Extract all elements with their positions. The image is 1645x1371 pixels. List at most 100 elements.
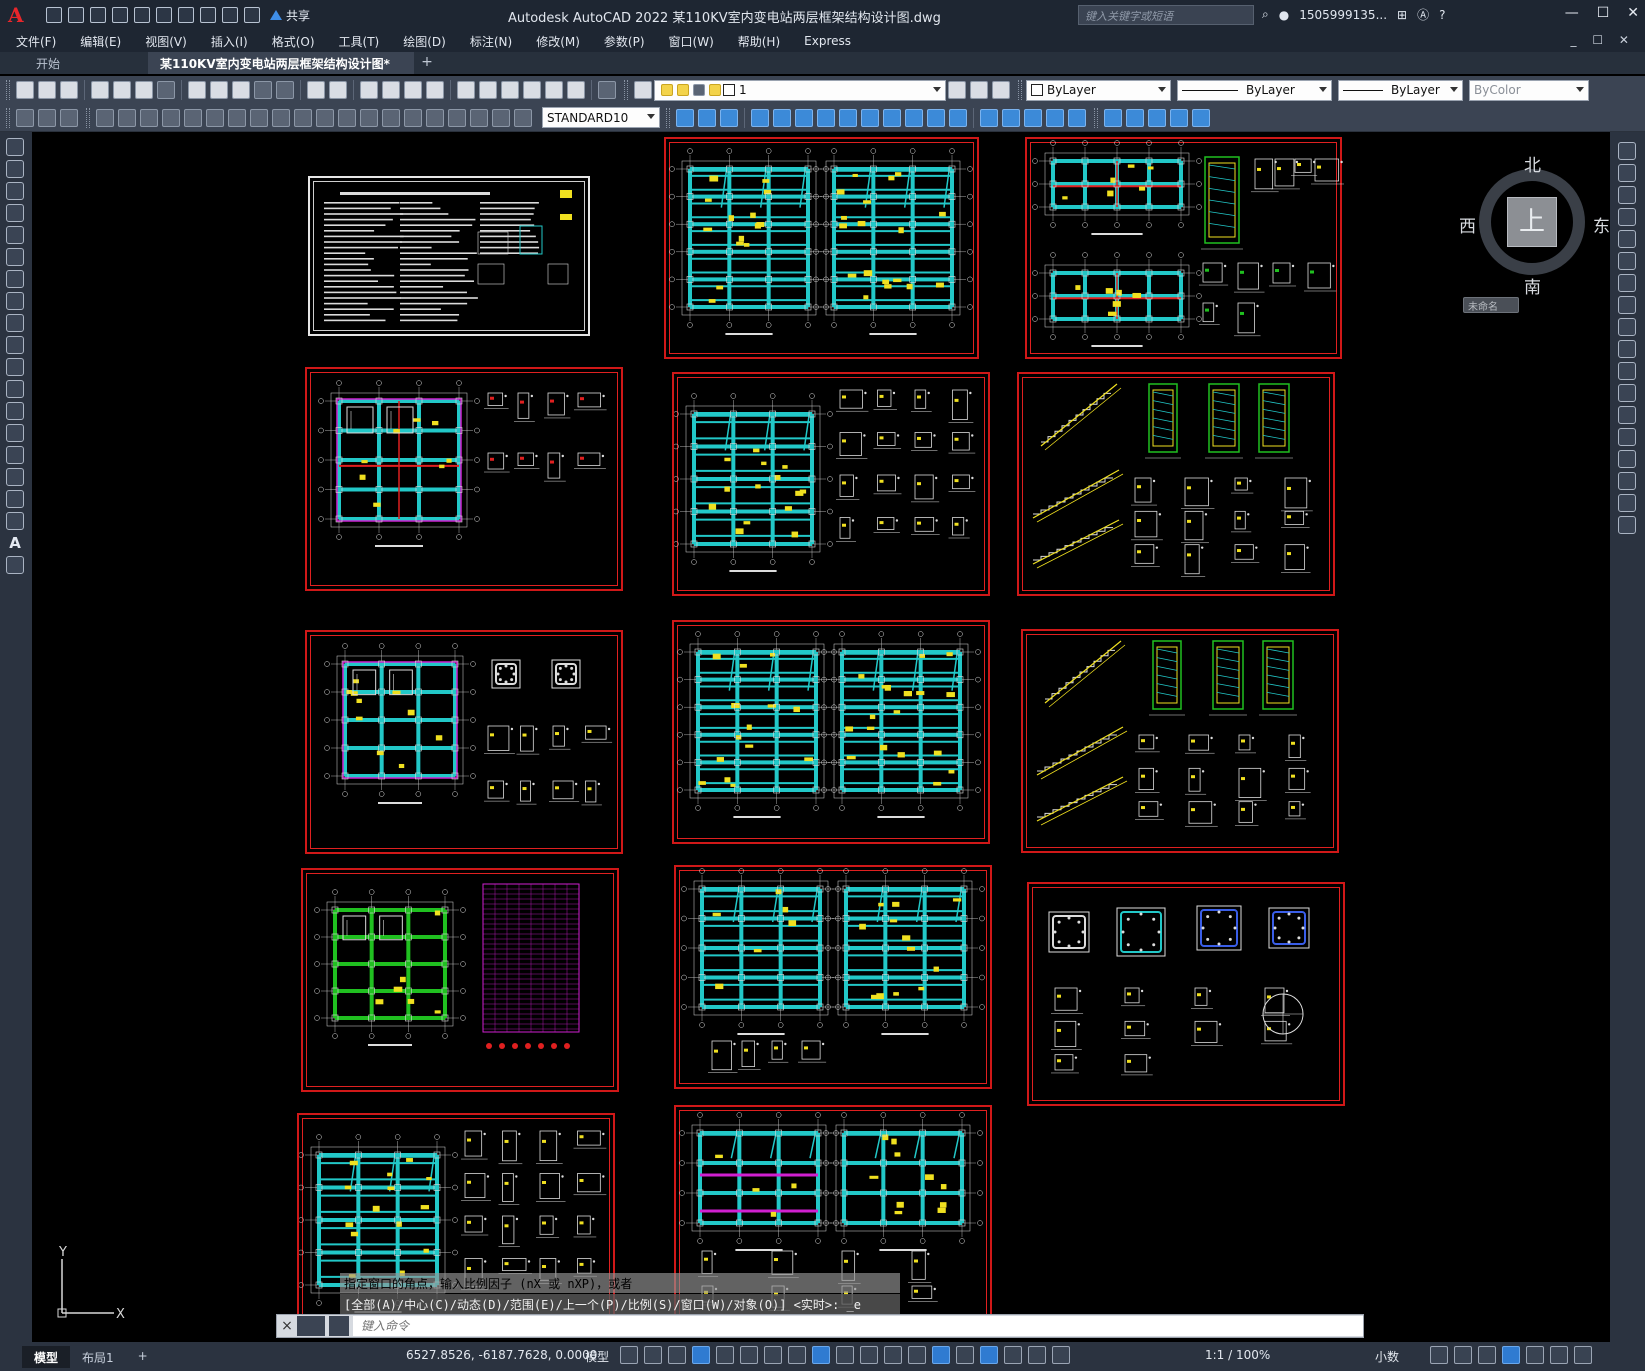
add-layout-button[interactable]: + — [126, 1346, 160, 1368]
tab-current-drawing[interactable]: 某110KV室内变电站两层框架结构设计图* — [148, 52, 414, 74]
rotate-faces-icon[interactable] — [839, 108, 857, 127]
continue-icon[interactable] — [316, 108, 334, 127]
angular-icon[interactable] — [250, 108, 268, 127]
make-current-layer-icon[interactable] — [948, 81, 966, 99]
geometric-tolerance-icon[interactable] — [16, 108, 34, 127]
inspect-icon[interactable] — [426, 108, 444, 127]
web-mobile-icon[interactable] — [134, 7, 150, 23]
union-icon[interactable] — [676, 108, 694, 127]
copy-object-icon[interactable] — [1618, 164, 1636, 182]
menu-item[interactable]: 参数(P) — [604, 33, 645, 50]
new-tab-button[interactable]: + — [414, 52, 440, 74]
markup-icon[interactable] — [545, 81, 563, 99]
fillet-icon[interactable] — [1618, 472, 1636, 490]
match-properties-icon[interactable] — [254, 81, 272, 99]
zoom-previous-icon[interactable] — [426, 81, 444, 99]
region-icon[interactable] — [6, 490, 24, 508]
dynamic-input-icon[interactable] — [692, 1346, 710, 1364]
viewcube-top-face[interactable]: 上 — [1507, 197, 1557, 247]
insert-block-icon[interactable] — [6, 380, 24, 398]
quickcalc-icon[interactable] — [567, 81, 585, 99]
print-icon[interactable] — [178, 7, 194, 23]
tab-layout1[interactable]: 布局1 — [70, 1346, 126, 1368]
gradient-icon[interactable] — [6, 468, 24, 486]
zoom-window-icon[interactable] — [404, 81, 422, 99]
intersect-icon[interactable] — [720, 108, 738, 127]
toolbar-grip[interactable] — [6, 80, 10, 100]
save-as-icon[interactable] — [112, 7, 128, 23]
dim-text-edit-icon[interactable] — [492, 108, 510, 127]
offset-faces-icon[interactable] — [795, 108, 813, 127]
ellipse-icon[interactable] — [6, 336, 24, 354]
tab-model[interactable]: 模型 — [22, 1345, 71, 1368]
object-snap-tracking-icon[interactable] — [788, 1346, 806, 1364]
annotation-visibility-icon[interactable] — [1004, 1346, 1022, 1364]
join-icon[interactable] — [1618, 428, 1636, 446]
slice-icon[interactable] — [1126, 108, 1144, 127]
menu-item[interactable]: 插入(I) — [211, 33, 248, 50]
line-icon[interactable] — [6, 138, 24, 156]
tolerance-icon[interactable] — [382, 108, 400, 127]
document-window-controls[interactable]: _ ☐ ✕ — [1571, 33, 1635, 47]
menu-item[interactable]: Express — [804, 34, 851, 48]
dynamic-ucs-icon[interactable] — [932, 1346, 950, 1364]
jogged-icon[interactable] — [206, 108, 224, 127]
break-icon[interactable] — [1618, 406, 1636, 424]
color-faces-icon[interactable] — [905, 108, 923, 127]
dim-break-icon[interactable] — [360, 108, 378, 127]
grid-icon[interactable] — [620, 1346, 638, 1364]
properties-icon[interactable] — [457, 81, 475, 99]
taper-faces-icon[interactable] — [861, 108, 879, 127]
selection-cycling-icon[interactable] — [884, 1346, 902, 1364]
polygon-icon[interactable] — [6, 204, 24, 222]
layer-dropdown[interactable]: 1 — [654, 79, 946, 101]
polyline-icon[interactable] — [6, 182, 24, 200]
layer-properties-icon[interactable] — [634, 81, 652, 99]
table-icon[interactable] — [6, 512, 24, 530]
polar-icon[interactable] — [740, 1346, 758, 1364]
erase-icon[interactable] — [1618, 142, 1636, 160]
menu-item[interactable]: 文件(F) — [16, 33, 56, 50]
copy-icon[interactable] — [210, 81, 228, 99]
quick-dim-icon[interactable] — [272, 108, 290, 127]
cart-icon[interactable]: ⊞ — [1397, 8, 1407, 22]
zoom-realtime-icon[interactable] — [382, 81, 400, 99]
dim-update-icon[interactable] — [514, 108, 532, 127]
spline-icon[interactable] — [6, 314, 24, 332]
construction-line-icon[interactable] — [6, 160, 24, 178]
compass-north[interactable]: 北 — [1524, 151, 1541, 176]
3dprint-icon[interactable] — [157, 81, 175, 99]
copy-edges-icon[interactable] — [927, 108, 945, 127]
delete-faces-icon[interactable] — [817, 108, 835, 127]
qat-dropdown-icon[interactable] — [244, 7, 260, 23]
dim-edit-icon[interactable] — [470, 108, 488, 127]
search-icon[interactable]: ⌕ — [1262, 7, 1269, 22]
scale-icon[interactable] — [1618, 296, 1636, 314]
open-file-icon[interactable] — [68, 7, 84, 23]
separate-icon[interactable] — [1024, 108, 1042, 127]
3d-osnap-icon[interactable] — [908, 1346, 926, 1364]
viewcube[interactable]: 上 北 南 西 东 — [1459, 156, 1610, 298]
menu-item[interactable]: 修改(M) — [536, 33, 580, 50]
save-icon[interactable] — [90, 7, 106, 23]
user-name[interactable]: 1505999135... — [1299, 8, 1387, 22]
close-icon[interactable]: ✕ — [1627, 5, 1639, 21]
interfere-icon[interactable] — [1170, 108, 1188, 127]
multiline-text-icon[interactable]: A — [6, 534, 24, 552]
linetype-dropdown[interactable]: ByLayer — [1177, 79, 1332, 101]
quick-properties-icon[interactable] — [1430, 1346, 1448, 1364]
mirror-icon[interactable] — [1618, 186, 1636, 204]
arc-icon[interactable] — [6, 248, 24, 266]
selection-filter-icon[interactable] — [956, 1346, 974, 1364]
plot-icon[interactable] — [91, 81, 109, 99]
blend-curves-icon[interactable] — [1618, 494, 1636, 512]
ortho-icon[interactable] — [716, 1346, 734, 1364]
flatshot-icon[interactable] — [1192, 108, 1210, 127]
close-command-line-icon[interactable]: × — [277, 1318, 297, 1334]
isolate-objects-icon[interactable] — [1502, 1346, 1520, 1364]
menu-item[interactable]: 编辑(E) — [80, 33, 121, 50]
check-icon[interactable] — [1068, 108, 1086, 127]
hardware-acceleration-icon[interactable] — [1526, 1346, 1544, 1364]
units-value[interactable]: 小数 — [1375, 1348, 1399, 1365]
diameter-icon[interactable] — [228, 108, 246, 127]
